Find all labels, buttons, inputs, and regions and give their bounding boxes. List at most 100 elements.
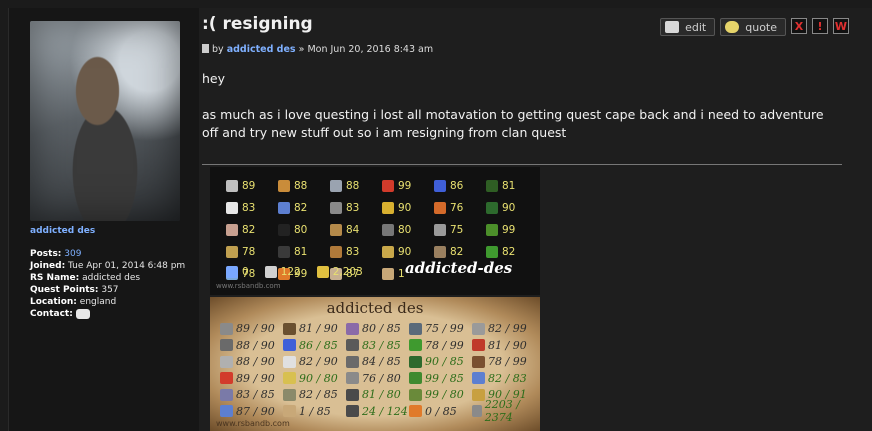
skill-stat: 83	[330, 243, 382, 261]
skill-value: 86	[450, 180, 464, 192]
strength-icon	[220, 339, 233, 352]
mining-icon	[382, 224, 394, 236]
summoning-icon	[472, 372, 485, 385]
skill-value: 99	[502, 224, 516, 236]
warn-button[interactable]: W	[833, 18, 849, 34]
slayer-icon	[278, 246, 290, 258]
herblore-icon	[382, 202, 394, 214]
ranged-icon	[486, 180, 498, 192]
quote-icon	[725, 21, 740, 33]
skill-value: 90	[398, 246, 412, 258]
archaeology-icon	[283, 405, 296, 418]
stat-location: Location: england	[30, 297, 117, 307]
skill-stat: 84 / 85	[346, 354, 409, 370]
signature-watermark: www.rsbandb.com	[216, 282, 281, 290]
skill-value: 84	[346, 224, 360, 236]
avatar[interactable]	[30, 21, 180, 221]
post-content: hey as much as i love questing i lost al…	[202, 70, 842, 160]
skill-stat: 99 / 85	[409, 371, 472, 387]
skill-stat: 2203 / 2374	[472, 398, 535, 424]
skill-stat: 80 / 85	[346, 321, 409, 337]
skill-value: 88 / 90	[236, 338, 275, 352]
skill-value: 83	[346, 246, 360, 258]
dungeoneering-icon	[278, 224, 290, 236]
thieving-icon	[283, 388, 296, 401]
skill-stat: 86	[434, 177, 486, 195]
crafting-icon	[346, 355, 359, 368]
skill-stat: 84	[330, 221, 382, 239]
skill-stat: 86 / 85	[283, 338, 346, 354]
edit-button[interactable]: edit	[660, 18, 716, 36]
skill-value: 24 / 124	[362, 404, 408, 418]
post-paragraph: hey	[202, 71, 226, 86]
skill-value: 75	[450, 224, 464, 236]
quote-button[interactable]: quote	[720, 18, 786, 36]
skill-value: 90	[502, 202, 516, 214]
post-author[interactable]: addicted des	[227, 44, 296, 55]
farming-icon	[409, 339, 422, 352]
skill-value: 83	[242, 202, 256, 214]
firemaking-icon	[346, 372, 359, 385]
skill-stat: 76 / 80	[346, 371, 409, 387]
skill-value: 76 / 80	[362, 371, 401, 385]
post-date: Mon Jun 20, 2016 8:43 am	[307, 44, 434, 55]
firemaking-icon	[434, 202, 446, 214]
skill-value: 88 / 90	[236, 355, 275, 369]
skill-value: 82	[242, 224, 256, 236]
skill-stat: 81 / 80	[346, 387, 409, 403]
skill-stat: 78 / 99	[409, 338, 472, 354]
invention-icon	[220, 405, 233, 418]
skill-stat: 89 / 90	[220, 371, 283, 387]
skill-value: 0 / 85	[425, 404, 457, 418]
skill-value: 90 / 85	[425, 355, 464, 369]
skill-value: 82 / 83	[488, 371, 527, 385]
skill-stat: 78	[226, 243, 278, 261]
stat-rsname: RS Name: addicted des	[30, 273, 141, 283]
herblore-icon	[283, 355, 296, 368]
post-icon[interactable]	[202, 44, 209, 53]
post-title[interactable]: :( resigning	[202, 14, 313, 34]
mining-icon	[283, 322, 296, 335]
defence-icon	[220, 355, 233, 368]
skill-value: 81 / 90	[299, 322, 338, 336]
fletching-icon	[434, 246, 446, 258]
profile-sidebar: addicted des Posts: 309 Joined: Tue Apr …	[9, 8, 199, 431]
delete-button[interactable]: X	[791, 18, 807, 34]
contact-icon[interactable]	[75, 308, 90, 319]
skill-value: 87 / 90	[236, 404, 275, 418]
constitution-icon	[220, 372, 233, 385]
skill-value: 99	[398, 180, 412, 192]
skill-stat: 75 / 99	[409, 321, 472, 337]
report-button[interactable]: !	[812, 18, 828, 34]
skill-value: 2,203	[332, 266, 363, 278]
profile-username[interactable]: addicted des	[30, 226, 95, 236]
skill-value: 83 / 85	[236, 388, 275, 402]
skill-stat: 122	[264, 263, 301, 281]
signature-divider	[202, 164, 842, 165]
total-icon	[472, 405, 482, 418]
skill-value: 90	[398, 202, 412, 214]
skill-value: 80 / 85	[362, 322, 401, 336]
skill-value: 82	[450, 246, 464, 258]
skill-value: 89 / 90	[236, 322, 275, 336]
skill-value: 99 / 80	[425, 388, 464, 402]
agility-icon	[409, 355, 422, 368]
posts-count-link[interactable]: 309	[64, 249, 81, 259]
skill-stat: 75	[434, 221, 486, 239]
skill-stat: 0	[226, 263, 249, 281]
skill-value: 89	[242, 180, 256, 192]
summoning-icon	[278, 202, 290, 214]
skill-value: 80	[294, 224, 308, 236]
skill-stat: 88	[278, 177, 330, 195]
prayer-icon	[283, 372, 296, 385]
skill-stat: 83 / 85	[346, 338, 409, 354]
combat-icon	[264, 266, 277, 278]
smithing-icon	[346, 339, 359, 352]
quest-icon	[226, 266, 238, 278]
stat-contact: Contact:	[30, 308, 185, 320]
skill-value: 76	[450, 202, 464, 214]
stat-posts: Posts: 309	[30, 249, 82, 259]
skill-stat: 99	[382, 177, 434, 195]
skill-value: 86 / 85	[299, 338, 338, 352]
stat-quest-points: Quest Points: 357	[30, 285, 119, 295]
